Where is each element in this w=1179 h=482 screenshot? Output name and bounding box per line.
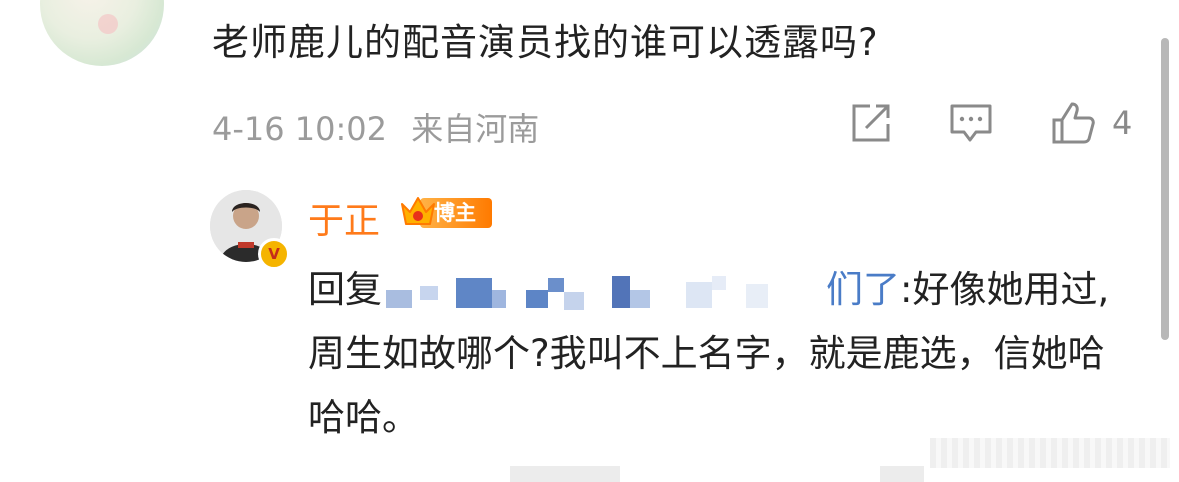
like-count: 4 [1112, 104, 1133, 142]
bottom-watermark-strip [930, 438, 1170, 468]
comment-icon[interactable] [948, 100, 994, 146]
commenter-avatar[interactable] [40, 0, 164, 66]
verified-badge: V [258, 238, 290, 270]
comment-text: 老师鹿儿的配音演员找的谁可以透露吗? [212, 21, 879, 64]
blurred-mention [386, 272, 824, 312]
like-icon[interactable] [1050, 100, 1096, 146]
comment-time: 4-16 10:02 [212, 110, 388, 148]
share-icon[interactable] [848, 100, 894, 146]
scrollbar[interactable] [1161, 38, 1169, 340]
comment-meta: 4-16 10:02 来自河南 [212, 104, 553, 150]
badge-label: 博主 [434, 201, 476, 225]
comment-location: 来自河南 [411, 110, 540, 148]
crown-icon [401, 197, 435, 225]
next-item-fragment-icon [880, 466, 924, 482]
mention-tail[interactable]: 们了 [826, 268, 900, 311]
next-item-fragment [510, 466, 620, 482]
reply-text: 回复 们了:好像她用过,周生如故哪个?我叫不上名字，就是鹿选，信她哈哈哈。 [308, 258, 1128, 450]
reply-author-name[interactable]: 于正 [308, 192, 380, 244]
reply-prefix: 回复 [308, 268, 382, 311]
blogger-badge: 博主 [398, 192, 494, 232]
